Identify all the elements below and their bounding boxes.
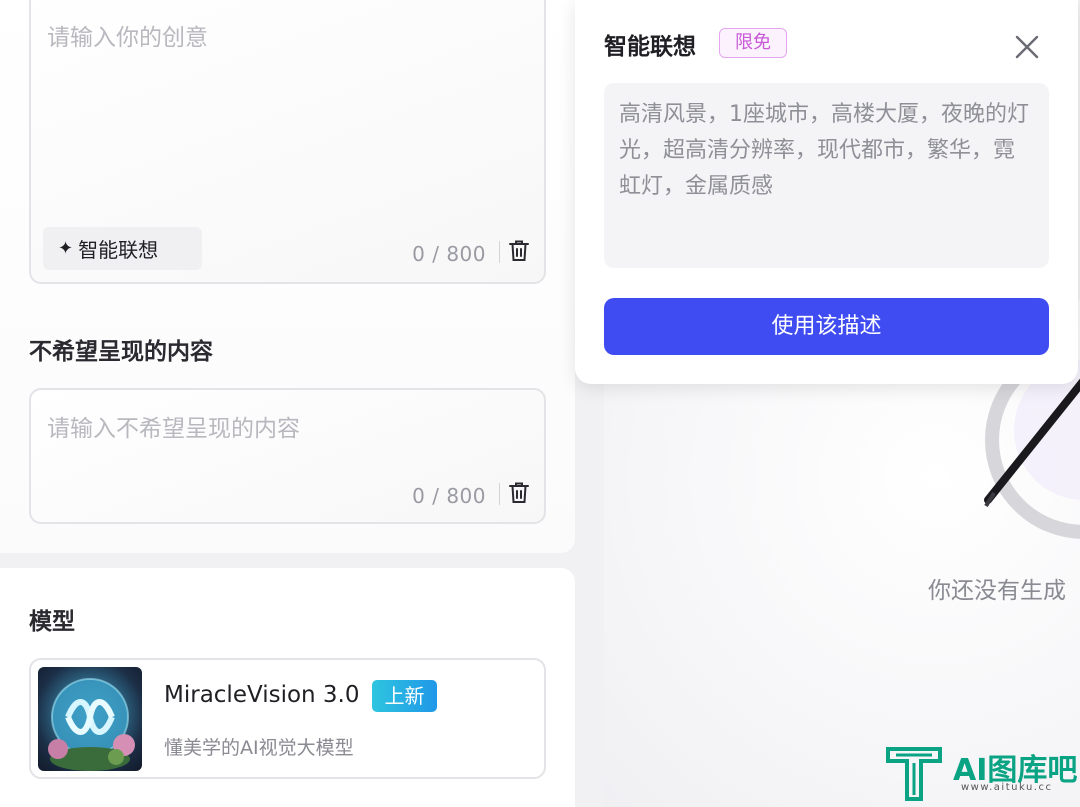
prompt-char-counter: 0 / 800 (412, 242, 486, 266)
watermark-logo-icon (886, 747, 942, 801)
prompt-input[interactable]: 请输入你的创意 ✦ 智能联想 0 / 800 (29, 0, 546, 284)
model-name: MiracleVision 3.0 (164, 682, 360, 708)
use-description-button[interactable]: 使用该描述 (604, 298, 1049, 355)
watermark-url: www.aituku.cc (961, 782, 1053, 793)
negative-placeholder: 请输入不希望呈现的内容 (47, 416, 300, 442)
free-badge: 限免 (719, 28, 787, 58)
close-icon[interactable] (1013, 33, 1041, 61)
pen-illustration-icon (984, 360, 1080, 539)
empty-result-text: 你还没有生成 (928, 578, 1066, 604)
planet-image (48, 678, 135, 771)
popover-title: 智能联想 (604, 34, 696, 60)
negative-prompt-input[interactable]: 请输入不希望呈现的内容 0 / 800 (29, 388, 546, 524)
model-selector[interactable]: MiracleVision 3.0 上新 懂美学的AI视觉大模型 (29, 658, 546, 779)
new-badge: 上新 (372, 680, 437, 712)
trash-icon[interactable] (508, 239, 530, 263)
smart-assist-button[interactable]: ✦ 智能联想 (43, 227, 202, 270)
negative-char-counter: 0 / 800 (412, 484, 486, 508)
model-description: 懂美学的AI视觉大模型 (164, 737, 354, 759)
model-thumbnail (38, 667, 142, 771)
divider (499, 241, 500, 263)
prompt-placeholder: 请输入你的创意 (47, 25, 208, 51)
suggestion-text[interactable]: 高清风景，1座城市，高楼大厦，夜晚的灯光，超高清分辨率，现代都市，繁华，霓虹灯，… (604, 83, 1049, 268)
smart-assist-popover: 智能联想 限免 高清风景，1座城市，高楼大厦，夜晚的灯光，超高清分辨率，现代都市… (575, 0, 1078, 384)
model-section-label: 模型 (29, 609, 75, 635)
smart-assist-label: 智能联想 (78, 238, 159, 262)
negative-prompt-label: 不希望呈现的内容 (29, 339, 213, 365)
trash-icon[interactable] (508, 481, 530, 505)
divider (499, 483, 500, 505)
sparkle-icon: ✦ (58, 238, 74, 259)
